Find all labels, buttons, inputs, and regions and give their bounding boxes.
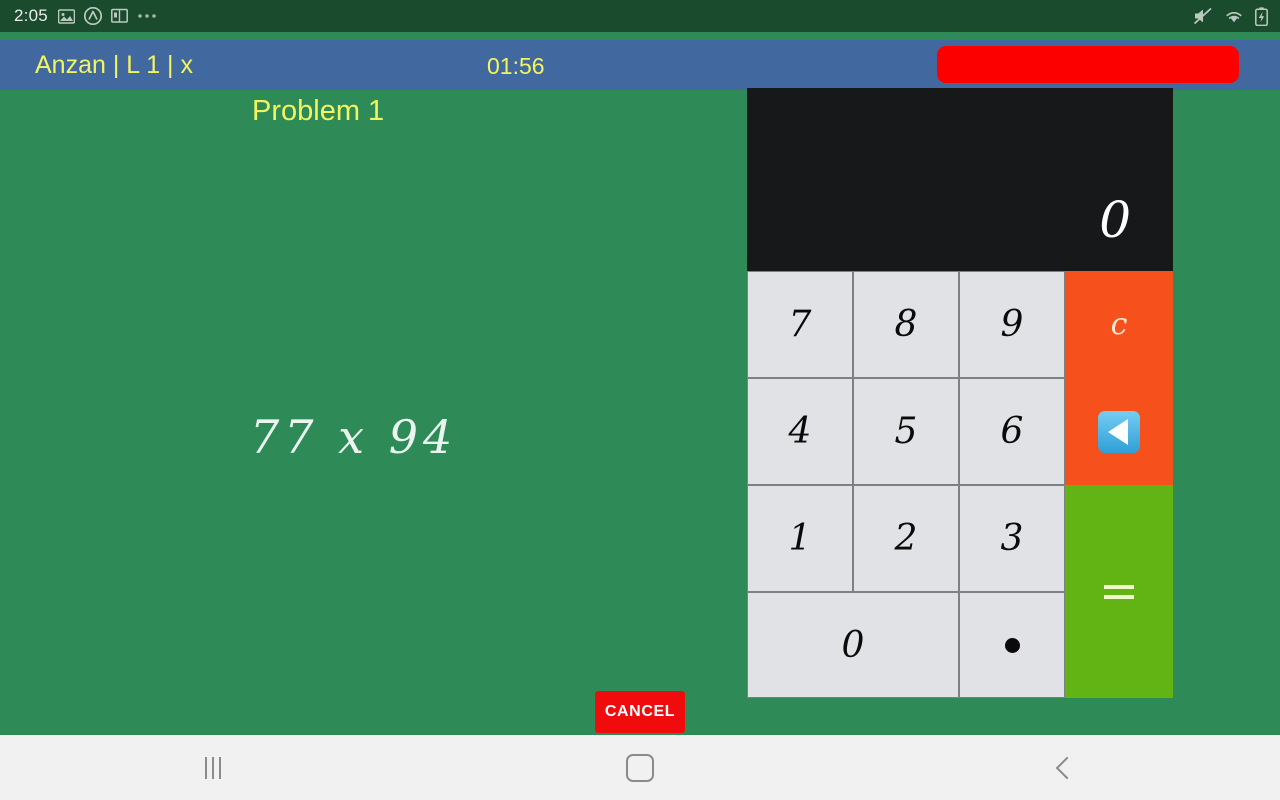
- mute-icon: [1193, 7, 1212, 25]
- key-clear[interactable]: c: [1065, 271, 1173, 378]
- countdown-timer: 01:56: [487, 53, 545, 79]
- equals-icon: [1104, 584, 1134, 599]
- calculator-display-value: 0: [1099, 191, 1131, 249]
- recents-icon: [205, 756, 222, 779]
- android-nav-bar: [0, 735, 1280, 800]
- dictionary-icon: [110, 8, 128, 23]
- more-ellipsis-icon: [138, 14, 156, 18]
- key-8[interactable]: 8: [853, 271, 959, 378]
- nav-back-button[interactable]: [1022, 743, 1112, 793]
- problem-expression: 77 x 94: [250, 410, 458, 464]
- key-5[interactable]: 5: [853, 378, 959, 485]
- key-0[interactable]: 0: [747, 592, 959, 698]
- key-4[interactable]: 4: [747, 378, 853, 485]
- android-status-bar: 2:05: [0, 0, 1280, 32]
- status-system-icons: [1193, 6, 1268, 26]
- record-button[interactable]: [937, 46, 1239, 83]
- nav-recents-button[interactable]: [168, 743, 258, 793]
- status-notification-icons: [57, 7, 1193, 25]
- key-equals[interactable]: [1065, 485, 1173, 698]
- status-clock: 2:05: [14, 6, 48, 25]
- key-6[interactable]: 6: [959, 378, 1065, 485]
- home-icon: [625, 753, 654, 782]
- page-title: Problem 1: [252, 95, 385, 127]
- decimal-point-icon: [1004, 637, 1020, 653]
- key-3[interactable]: 3: [959, 485, 1065, 592]
- image-icon: [57, 8, 75, 24]
- key-9[interactable]: 9: [959, 271, 1065, 378]
- nav-home-button[interactable]: [595, 743, 685, 793]
- key-decimal[interactable]: [959, 592, 1065, 698]
- key-7[interactable]: 7: [747, 271, 853, 378]
- calculator-panel: 0 7 8 9 c 4 5 6 1 2 3 0: [747, 88, 1173, 698]
- battery-charging-icon: [1255, 6, 1268, 26]
- wifi-icon: [1226, 11, 1242, 23]
- key-backspace[interactable]: [1065, 378, 1173, 485]
- key-2[interactable]: 2: [853, 485, 959, 592]
- cancel-button[interactable]: CANCEL: [595, 691, 685, 733]
- backspace-icon: [1098, 410, 1140, 453]
- app-circle-a-icon: [83, 7, 102, 25]
- calculator-display: 0: [747, 88, 1173, 271]
- back-chevron-icon: [1055, 756, 1078, 779]
- calculator-keypad: 7 8 9 c 4 5 6 1 2 3 0: [747, 271, 1173, 698]
- key-1[interactable]: 1: [747, 485, 853, 592]
- app-title: Anzan | L 1 | x: [35, 50, 193, 79]
- app-root: 2:05 Anzan | L 1 | x 01:56 Problem 1 77 …: [0, 0, 1280, 800]
